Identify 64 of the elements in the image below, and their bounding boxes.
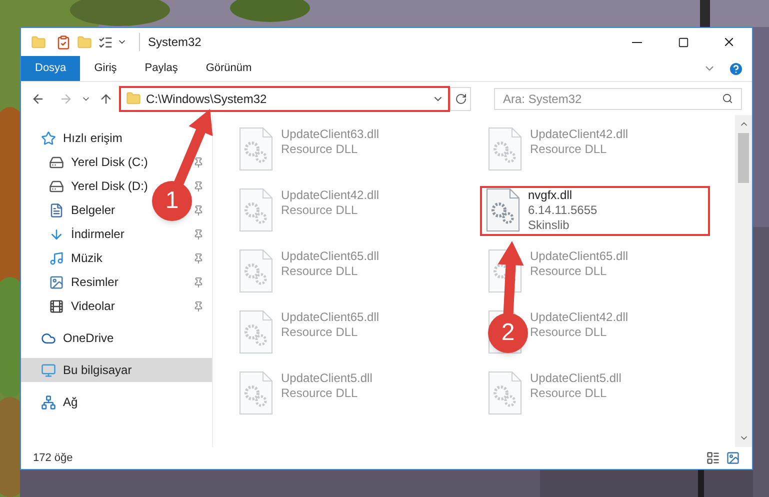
file-detail: Resource DLL <box>530 325 608 340</box>
sidebar-item[interactable]: İndirmeler <box>71 225 124 243</box>
list-icon[interactable] <box>98 34 113 50</box>
ribbon-tab[interactable]: Giriş <box>80 56 131 81</box>
file-detail: Resource DLL <box>530 264 608 279</box>
systemdrive-icon <box>49 154 64 170</box>
sidebar-item[interactable]: Yerel Disk (C:) <box>71 153 148 171</box>
refresh-button[interactable] <box>450 86 471 110</box>
close-icon <box>722 35 736 49</box>
back-icon[interactable] <box>31 92 45 106</box>
dll-file-icon <box>488 127 522 171</box>
file-detail: 6.14.11.5655 <box>528 203 598 218</box>
item-count: 172 öğe <box>33 450 74 466</box>
dll-file-icon <box>239 188 273 232</box>
ribbon-tab[interactable]: Dosya <box>21 56 80 81</box>
refresh-icon <box>454 92 466 104</box>
computer-icon <box>41 362 56 378</box>
file-name[interactable]: nvgfx.dll <box>528 188 598 203</box>
network-icon <box>41 394 56 410</box>
window-title: System32 <box>139 33 202 51</box>
sidebar-item[interactable]: Müzik <box>71 249 102 267</box>
search-field[interactable]: Ara: System32 <box>494 88 742 110</box>
sidebar-item[interactable]: Bu bilgisayar <box>63 361 132 379</box>
file-detail: Skinslib <box>528 218 570 233</box>
ribbon-tab[interactable]: Paylaş <box>130 56 192 81</box>
help-icon[interactable] <box>728 60 744 76</box>
file-detail: Resource DLL <box>281 203 359 218</box>
sidebar-item[interactable]: Resimler <box>71 273 118 291</box>
dll-file-icon <box>486 188 520 232</box>
ribbon-tab[interactable]: Görünüm <box>192 56 266 81</box>
sidebar-item[interactable]: Hızlı erişim <box>63 129 122 147</box>
dll-file-icon <box>488 371 522 415</box>
file-detail: Resource DLL <box>281 325 359 340</box>
file-detail: Resource DLL <box>281 142 359 157</box>
details-view-icon[interactable] <box>706 451 720 465</box>
downloads-icon <box>49 226 64 242</box>
file-detail: Resource DLL <box>530 142 608 157</box>
sidebar-item[interactable]: Videolar <box>71 297 115 315</box>
search-icon <box>722 93 733 104</box>
scroll-thumb[interactable] <box>738 133 749 183</box>
file-detail: Resource DLL <box>281 264 359 279</box>
maximize-icon <box>678 36 688 48</box>
drive-icon <box>49 178 64 194</box>
folder-icon <box>126 91 141 106</box>
tiles-view-icon[interactable] <box>726 451 740 465</box>
file-detail: Resource DLL <box>281 386 359 401</box>
cloud-icon <box>41 330 56 346</box>
videos-icon <box>49 298 64 314</box>
sidebar-item[interactable]: OneDrive <box>63 329 114 347</box>
dll-file-icon <box>239 127 273 171</box>
sidebar-item[interactable]: Ağ <box>63 393 78 411</box>
address-field[interactable]: C:\Windows\System32 <box>119 86 450 112</box>
pictures-icon <box>49 274 64 290</box>
dll-file-icon <box>239 371 273 415</box>
documents-icon <box>49 202 64 218</box>
file-detail: Resource DLL <box>530 386 608 401</box>
properties-icon[interactable] <box>56 34 71 50</box>
music-icon <box>49 250 64 266</box>
sidebar-item[interactable]: Belgeler <box>71 201 116 219</box>
dll-file-icon <box>239 310 273 354</box>
quickaccess-icon <box>41 130 56 146</box>
sidebar-item[interactable]: Yerel Disk (D:) <box>71 177 148 195</box>
dll-file-icon <box>239 249 273 293</box>
up-icon[interactable] <box>99 92 113 106</box>
